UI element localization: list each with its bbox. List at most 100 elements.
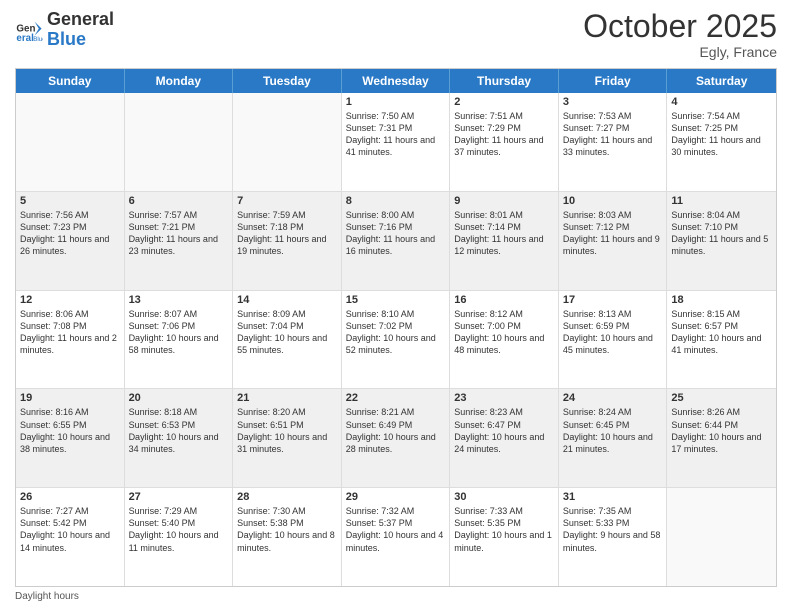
calendar-cell-1-1: 6Sunrise: 7:57 AMSunset: 7:21 PMDaylight… bbox=[125, 192, 234, 290]
calendar-cell-4-4: 30Sunrise: 7:33 AMSunset: 5:35 PMDayligh… bbox=[450, 488, 559, 586]
cell-info: Sunrise: 8:24 AMSunset: 6:45 PMDaylight:… bbox=[563, 406, 663, 455]
header: Gen eral Blue General Blue October 2025 … bbox=[15, 10, 777, 60]
day-number: 1 bbox=[346, 96, 446, 108]
calendar-cell-4-2: 28Sunrise: 7:30 AMSunset: 5:38 PMDayligh… bbox=[233, 488, 342, 586]
calendar-cell-2-2: 14 Sunrise: 8:09 AMSunset: 7:04 PMDayligh… bbox=[233, 291, 342, 389]
cell-info: Sunrise: 7:51 AMSunset: 7:29 PMDaylight:… bbox=[454, 110, 554, 159]
calendar-row-1: 5 Sunrise: 7:56 AMSunset: 7:23 PMDaylight… bbox=[16, 191, 776, 290]
cell-info: Sunrise: 8:01 AMSunset: 7:14 PMDaylight:… bbox=[454, 209, 554, 258]
day-number: 8 bbox=[346, 195, 446, 207]
day-number: 15 bbox=[346, 294, 446, 306]
cell-info: Sunrise: 8:04 AMSunset: 7:10 PMDaylight:… bbox=[671, 209, 772, 258]
calendar-cell-0-6: 4 Sunrise: 7:54 AMSunset: 7:25 PMDaylight… bbox=[667, 93, 776, 191]
day-number: 4 bbox=[671, 96, 772, 108]
calendar-cell-0-0 bbox=[16, 93, 125, 191]
calendar-cell-2-4: 16Sunrise: 8:12 AMSunset: 7:00 PMDayligh… bbox=[450, 291, 559, 389]
day-number: 6 bbox=[129, 195, 229, 207]
day-number: 12 bbox=[20, 294, 120, 306]
calendar-cell-1-6: 11 Sunrise: 8:04 AMSunset: 7:10 PMDayligh… bbox=[667, 192, 776, 290]
logo: Gen eral Blue General Blue bbox=[15, 10, 114, 50]
svg-text:eral: eral bbox=[16, 33, 34, 44]
day-number: 10 bbox=[563, 195, 663, 207]
calendar-body: 1 Sunrise: 7:50 AMSunset: 7:31 PMDaylight… bbox=[16, 93, 776, 586]
header-day-sunday: Sunday bbox=[16, 69, 125, 93]
title-block: October 2025 Egly, France bbox=[583, 10, 777, 60]
cell-info: Sunrise: 8:06 AMSunset: 7:08 PMDaylight:… bbox=[20, 308, 120, 357]
calendar-cell-1-2: 7 Sunrise: 7:59 AMSunset: 7:18 PMDaylight… bbox=[233, 192, 342, 290]
cell-info: Sunrise: 7:54 AMSunset: 7:25 PMDaylight:… bbox=[671, 110, 772, 159]
day-number: 5 bbox=[20, 195, 120, 207]
page: Gen eral Blue General Blue October 2025 … bbox=[0, 0, 792, 612]
day-number: 9 bbox=[454, 195, 554, 207]
calendar-header: SundayMondayTuesdayWednesdayThursdayFrid… bbox=[16, 69, 776, 93]
header-day-monday: Monday bbox=[125, 69, 234, 93]
calendar-row-2: 12 Sunrise: 8:06 AMSunset: 7:08 PMDayligh… bbox=[16, 290, 776, 389]
cell-info: Sunrise: 8:00 AMSunset: 7:16 PMDaylight:… bbox=[346, 209, 446, 258]
cell-info: Sunrise: 7:56 AMSunset: 7:23 PMDaylight:… bbox=[20, 209, 120, 258]
cell-info: Sunrise: 7:30 AMSunset: 5:38 PMDaylight:… bbox=[237, 505, 337, 554]
day-number: 17 bbox=[563, 294, 663, 306]
logo-icon: Gen eral Blue bbox=[15, 16, 43, 44]
day-number: 20 bbox=[129, 392, 229, 404]
day-number: 14 bbox=[237, 294, 337, 306]
month-title: October 2025 bbox=[583, 10, 777, 42]
calendar-cell-2-0: 12 Sunrise: 8:06 AMSunset: 7:08 PMDayligh… bbox=[16, 291, 125, 389]
daylight-label: Daylight hours bbox=[15, 591, 79, 602]
day-number: 27 bbox=[129, 491, 229, 503]
cell-info: Sunrise: 7:59 AMSunset: 7:18 PMDaylight:… bbox=[237, 209, 337, 258]
location: Egly, France bbox=[583, 44, 777, 60]
calendar-cell-4-0: 26Sunrise: 7:27 AMSunset: 5:42 PMDayligh… bbox=[16, 488, 125, 586]
calendar-cell-1-4: 9 Sunrise: 8:01 AMSunset: 7:14 PMDaylight… bbox=[450, 192, 559, 290]
logo-blue: Blue bbox=[47, 30, 114, 50]
day-number: 2 bbox=[454, 96, 554, 108]
cell-info: Sunrise: 8:09 AMSunset: 7:04 PMDaylight:… bbox=[237, 308, 337, 357]
day-number: 24 bbox=[563, 392, 663, 404]
calendar-cell-4-1: 27 Sunrise: 7:29 AMSunset: 5:40 PMDayligh… bbox=[125, 488, 234, 586]
day-number: 29 bbox=[346, 491, 446, 503]
calendar-cell-1-5: 10 Sunrise: 8:03 AMSunset: 7:12 PMDayligh… bbox=[559, 192, 668, 290]
cell-info: Sunrise: 8:21 AMSunset: 6:49 PMDaylight:… bbox=[346, 406, 446, 455]
day-number: 26 bbox=[20, 491, 120, 503]
calendar-cell-3-2: 21Sunrise: 8:20 AMSunset: 6:51 PMDayligh… bbox=[233, 389, 342, 487]
day-number: 23 bbox=[454, 392, 554, 404]
calendar-row-0: 1 Sunrise: 7:50 AMSunset: 7:31 PMDaylight… bbox=[16, 93, 776, 191]
day-number: 25 bbox=[671, 392, 772, 404]
day-number: 22 bbox=[346, 392, 446, 404]
day-number: 30 bbox=[454, 491, 554, 503]
day-number: 13 bbox=[129, 294, 229, 306]
calendar-row-3: 19Sunrise: 8:16 AMSunset: 6:55 PMDayligh… bbox=[16, 388, 776, 487]
cell-info: Sunrise: 8:13 AMSunset: 6:59 PMDaylight:… bbox=[563, 308, 663, 357]
cell-info: Sunrise: 8:03 AMSunset: 7:12 PMDaylight:… bbox=[563, 209, 663, 258]
cell-info: Sunrise: 7:50 AMSunset: 7:31 PMDaylight:… bbox=[346, 110, 446, 159]
cell-info: Sunrise: 8:16 AMSunset: 6:55 PMDaylight:… bbox=[20, 406, 120, 455]
calendar-cell-0-4: 2 Sunrise: 7:51 AMSunset: 7:29 PMDaylight… bbox=[450, 93, 559, 191]
calendar-cell-3-5: 24 Sunrise: 8:24 AMSunset: 6:45 PMDayligh… bbox=[559, 389, 668, 487]
cell-info: Sunrise: 8:26 AMSunset: 6:44 PMDaylight:… bbox=[671, 406, 772, 455]
day-number: 7 bbox=[237, 195, 337, 207]
cell-info: Sunrise: 7:29 AMSunset: 5:40 PMDaylight:… bbox=[129, 505, 229, 554]
day-number: 31 bbox=[563, 491, 663, 503]
calendar-cell-2-1: 13 Sunrise: 8:07 AMSunset: 7:06 PMDayligh… bbox=[125, 291, 234, 389]
day-number: 18 bbox=[671, 294, 772, 306]
cell-info: Sunrise: 8:15 AMSunset: 6:57 PMDaylight:… bbox=[671, 308, 772, 357]
calendar-cell-1-0: 5 Sunrise: 7:56 AMSunset: 7:23 PMDaylight… bbox=[16, 192, 125, 290]
day-number: 11 bbox=[671, 195, 772, 207]
calendar-cell-4-5: 31Sunrise: 7:35 AMSunset: 5:33 PMDayligh… bbox=[559, 488, 668, 586]
calendar-cell-3-1: 20Sunrise: 8:18 AMSunset: 6:53 PMDayligh… bbox=[125, 389, 234, 487]
day-number: 3 bbox=[563, 96, 663, 108]
cell-info: Sunrise: 7:53 AMSunset: 7:27 PMDaylight:… bbox=[563, 110, 663, 159]
header-day-friday: Friday bbox=[559, 69, 668, 93]
calendar-cell-3-4: 23Sunrise: 8:23 AMSunset: 6:47 PMDayligh… bbox=[450, 389, 559, 487]
calendar-cell-3-6: 25 Sunrise: 8:26 AMSunset: 6:44 PMDayligh… bbox=[667, 389, 776, 487]
footer: Daylight hours bbox=[15, 591, 777, 602]
logo-general: General bbox=[47, 10, 114, 30]
cell-info: Sunrise: 8:12 AMSunset: 7:00 PMDaylight:… bbox=[454, 308, 554, 357]
calendar-cell-1-3: 8 Sunrise: 8:00 AMSunset: 7:16 PMDaylight… bbox=[342, 192, 451, 290]
calendar-cell-0-1 bbox=[125, 93, 234, 191]
cell-info: Sunrise: 8:07 AMSunset: 7:06 PMDaylight:… bbox=[129, 308, 229, 357]
cell-info: Sunrise: 8:10 AMSunset: 7:02 PMDaylight:… bbox=[346, 308, 446, 357]
header-day-thursday: Thursday bbox=[450, 69, 559, 93]
calendar-cell-3-3: 22 Sunrise: 8:21 AMSunset: 6:49 PMDayligh… bbox=[342, 389, 451, 487]
header-day-saturday: Saturday bbox=[667, 69, 776, 93]
calendar-cell-3-0: 19Sunrise: 8:16 AMSunset: 6:55 PMDayligh… bbox=[16, 389, 125, 487]
